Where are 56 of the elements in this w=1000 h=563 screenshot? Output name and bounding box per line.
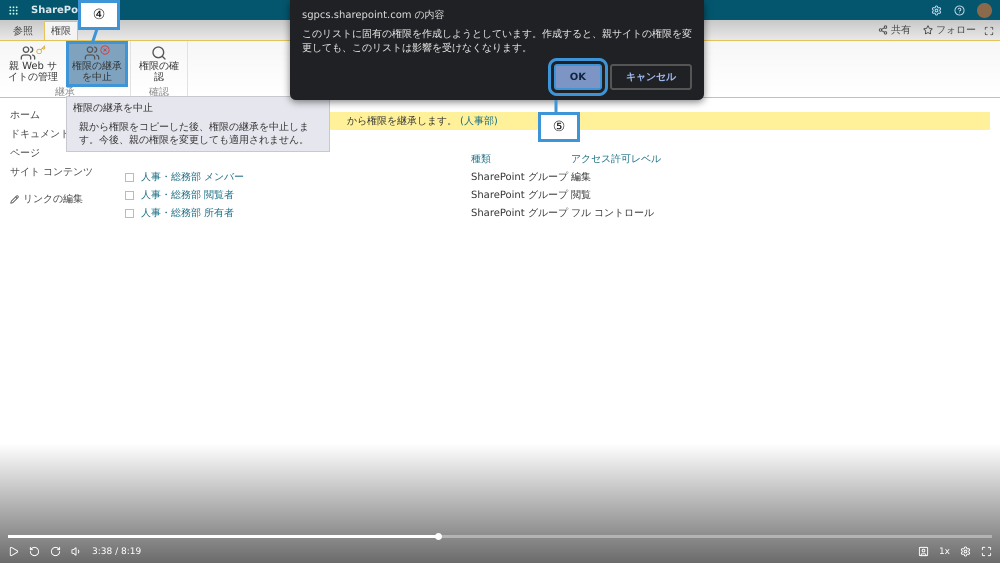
nav-link[interactable]: サイト コンテンツ <box>10 165 125 179</box>
row-checkbox[interactable] <box>125 208 134 218</box>
group-label: 継承 <box>55 87 75 98</box>
column-header[interactable]: アクセス許可レベル <box>571 152 990 166</box>
rewind-icon[interactable] <box>29 546 40 557</box>
banner-link[interactable]: (人事部) <box>460 114 498 128</box>
ribbon-button[interactable]: 親 Web サイトの管理 <box>2 41 64 87</box>
table-cell-text: SharePoint グループ <box>471 188 570 202</box>
ribbon-button[interactable]: 権限の継承を中止 <box>66 41 128 87</box>
tooltip-title: 権限の継承を中止 <box>73 102 154 115</box>
group-label: 確認 <box>149 87 169 98</box>
help-icon[interactable] <box>954 4 965 16</box>
table-cell-text: 閲覧 <box>571 189 592 202</box>
time-display: 3:38 / 8:19 <box>92 546 142 556</box>
group-link[interactable]: 人事・総務部 メンバー <box>141 170 471 184</box>
volume-icon[interactable] <box>71 546 82 557</box>
focus-icon[interactable] <box>984 26 994 36</box>
table-cell-text: 編集 <box>571 171 592 184</box>
table-cell-text: フル コントロール <box>571 207 656 220</box>
search-icon <box>151 45 167 61</box>
dialog-message: このリストに固有の権限を作成しようとしています。作成すると、親サイトの権限を変更しても、このリストは影響を受けなくなります。 <box>302 28 692 56</box>
users-stop-icon <box>84 45 110 61</box>
ribbon-tab[interactable]: 権限 <box>44 21 78 40</box>
forward-icon[interactable] <box>50 546 61 557</box>
table-cell-text: SharePoint グループ <box>471 206 570 220</box>
banner-text: から権限を継承します。 <box>347 114 457 128</box>
pencil-icon <box>10 194 19 204</box>
share-icon <box>878 25 888 35</box>
app-name: SharePo <box>31 4 78 16</box>
ribbon-action[interactable]: フォロー <box>919 23 980 37</box>
settings-icon[interactable] <box>931 4 942 16</box>
nav-link[interactable]: リンクの編集 <box>10 192 125 206</box>
group-link[interactable]: 人事・総務部 閲覧者 <box>141 188 471 202</box>
progress-thumb[interactable] <box>435 533 442 540</box>
app-launcher-icon[interactable] <box>8 4 19 16</box>
dialog-title: sgpcs.sharepoint.com の内容 <box>302 8 446 22</box>
tooltip-text: 親から権限をコピーした後、権限の継承を中止します。今後、親の権限を変更しても適用されません。 <box>78 121 310 147</box>
ribbon-button[interactable]: 権限の確認 <box>133 41 185 87</box>
group-link[interactable]: 人事・総務部 所有者 <box>141 206 471 220</box>
step-callout: ⑤ <box>538 112 580 142</box>
ribbon-action[interactable]: 共有 <box>874 23 915 37</box>
leader-line <box>554 100 558 112</box>
speed-button[interactable]: 1x <box>938 546 950 556</box>
column-header[interactable]: 種類 <box>471 152 571 166</box>
row-checkbox[interactable] <box>125 190 134 200</box>
fullscreen-icon[interactable] <box>981 546 992 557</box>
table-cell-text: SharePoint グループ <box>471 170 570 184</box>
users-key-icon <box>20 45 46 61</box>
person-icon[interactable] <box>918 546 929 557</box>
progress-track[interactable] <box>8 535 992 538</box>
star-icon <box>923 25 933 35</box>
step-callout: ④ <box>78 0 120 30</box>
row-checkbox[interactable] <box>125 172 134 182</box>
ribbon-tab[interactable]: 参照 <box>6 21 40 40</box>
play-icon[interactable] <box>8 546 19 557</box>
cancel-button[interactable]: キャンセル <box>610 64 692 90</box>
